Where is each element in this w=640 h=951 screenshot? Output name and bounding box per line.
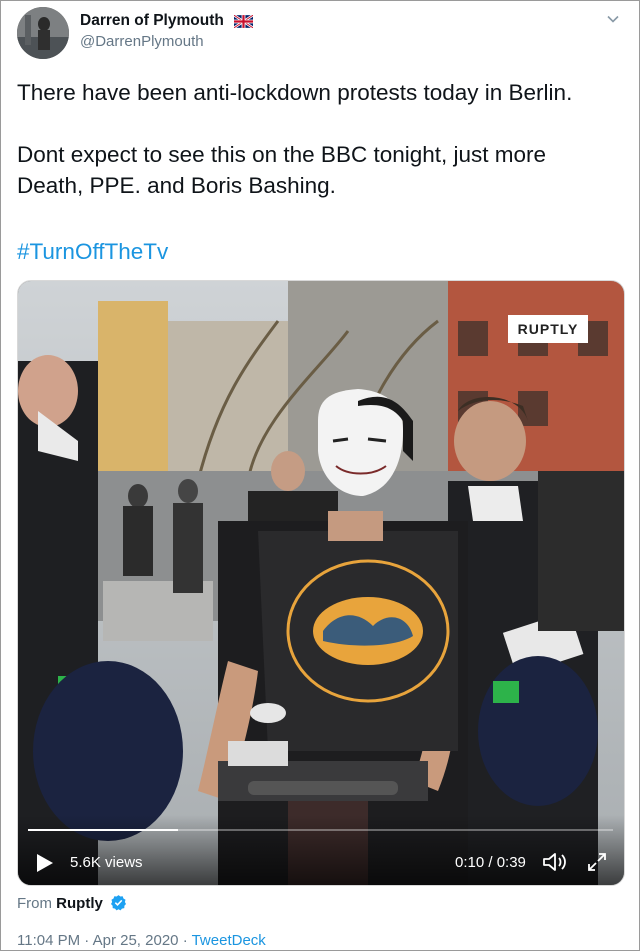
meta-separator: · — [182, 932, 188, 949]
tweet-card: Darren of Plymouth @DarrenPlymouth There… — [0, 0, 640, 951]
client-link[interactable]: TweetDeck — [192, 932, 266, 949]
tweet-time[interactable]: 11:04 PM — [17, 932, 80, 949]
progress-fill — [28, 829, 178, 831]
video-frame — [18, 281, 624, 885]
avatar[interactable] — [17, 7, 69, 59]
meta-separator: · — [84, 932, 90, 949]
tweet-date[interactable]: Apr 25, 2020 — [93, 932, 179, 949]
time-display: 0:10 / 0:39 — [455, 854, 526, 871]
verified-badge-icon — [111, 895, 127, 911]
progress-bar[interactable] — [28, 829, 613, 831]
tweet-header: Darren of Plymouth @DarrenPlymouth — [17, 7, 627, 61]
source-prefix: From — [17, 895, 52, 912]
tweet-paragraph-2-line-1: Dont expect to see this on the BBC tonig… — [17, 142, 547, 167]
author-block[interactable]: Darren of Plymouth @DarrenPlymouth — [80, 12, 254, 50]
volume-icon[interactable] — [542, 851, 568, 873]
video-player[interactable]: RUPTLY 5.6K views 0:10 / 0:39 — [17, 280, 625, 886]
tweet-paragraph-2-line-2: Death, PPE. and Boris Bashing. — [17, 173, 336, 198]
handle[interactable]: @DarrenPlymouth — [80, 33, 253, 50]
fullscreen-icon[interactable] — [586, 851, 608, 873]
video-watermark: RUPTLY — [508, 315, 588, 343]
controls-overlay — [18, 815, 624, 885]
tweet-text: There have been anti-lockdown protests t… — [17, 77, 627, 201]
chevron-down-icon[interactable] — [605, 11, 621, 27]
play-icon[interactable] — [36, 853, 54, 873]
tweet-meta: 11:04 PM · Apr 25, 2020 · TweetDeck — [17, 932, 266, 949]
view-count: 5.6K views — [70, 854, 143, 871]
source-line: From Ruptly — [17, 894, 127, 912]
display-name[interactable]: Darren of Plymouth — [80, 12, 224, 30]
uk-flag-icon — [234, 14, 254, 28]
tweet-paragraph-1: There have been anti-lockdown protests t… — [17, 80, 573, 105]
hashtag-link[interactable]: #TurnOffTheTv — [17, 239, 168, 265]
source-name[interactable]: Ruptly — [56, 895, 103, 912]
